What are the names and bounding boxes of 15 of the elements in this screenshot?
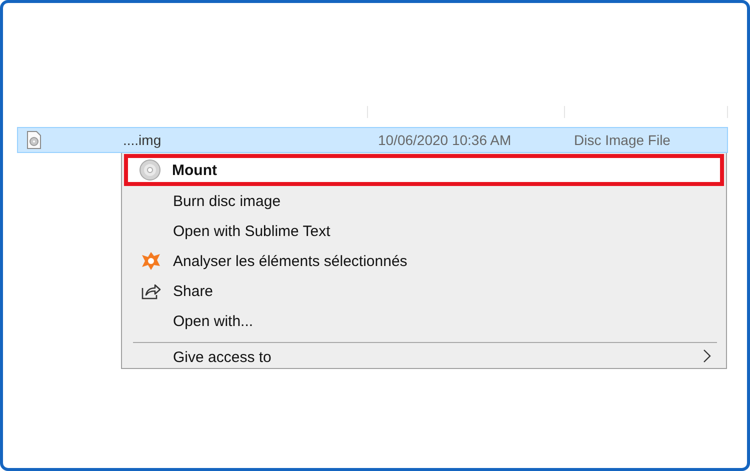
disc-icon	[139, 159, 161, 181]
date-modified: 10/06/2020 10:36 AM	[378, 132, 512, 148]
file-row[interactable]: ....img 10/06/2020 10:36 AM Disc Image File	[17, 127, 728, 153]
menu-item[interactable]: Open with Sublime Text	[125, 216, 723, 246]
menu-item[interactable]: Burn disc image	[125, 186, 723, 216]
file-type: Disc Image File	[574, 132, 670, 148]
file-name: ....img	[123, 132, 162, 148]
share-icon	[141, 282, 161, 300]
menu-item[interactable]: Share	[125, 276, 723, 306]
menu-item[interactable]: Analyser les éléments sélectionnés	[125, 246, 723, 276]
starburst-icon	[141, 251, 161, 271]
disc-file-icon	[27, 131, 41, 149]
menu-item[interactable]: Open with...	[125, 306, 723, 336]
menu-item[interactable]: Give access to	[125, 345, 723, 367]
menu-item[interactable]: Mount	[124, 154, 724, 186]
